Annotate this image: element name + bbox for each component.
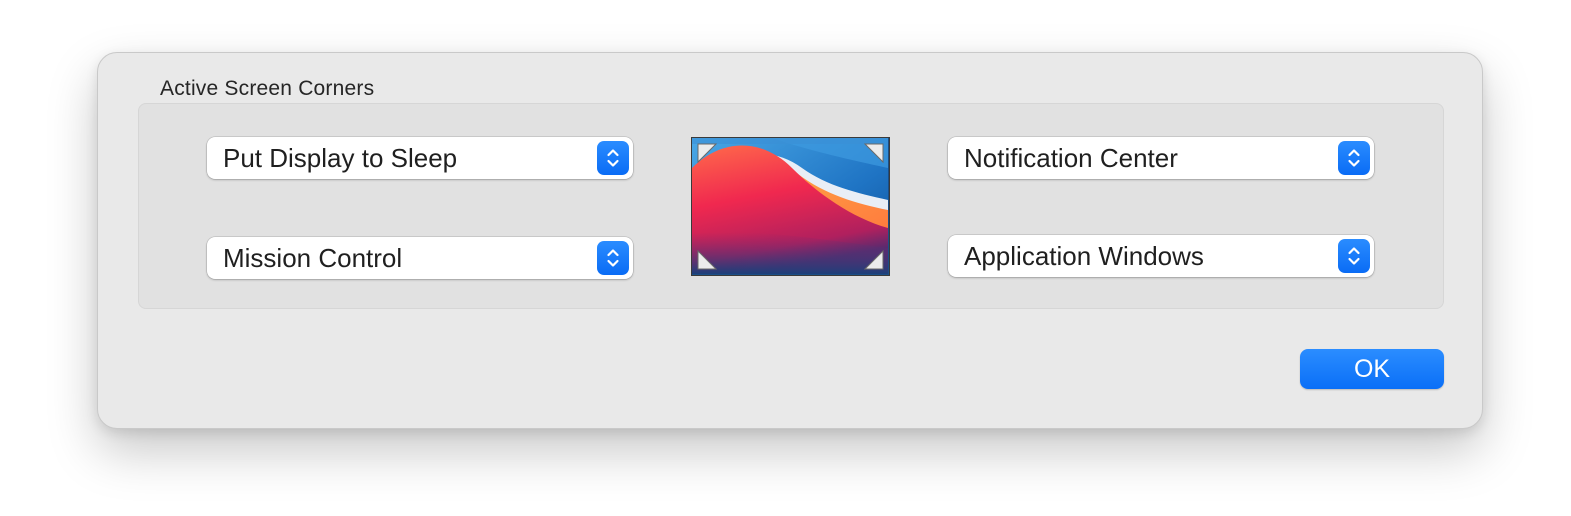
group-title: Active Screen Corners: [160, 77, 375, 100]
top-right-corner-value: Notification Center: [964, 143, 1178, 173]
bottom-left-corner-popup[interactable]: Mission Control: [207, 237, 633, 279]
active-screen-corners-sheet: Active Screen Corners Put Display to Sle…: [97, 52, 1483, 429]
chevron-up-down-icon[interactable]: [597, 241, 629, 275]
wallpaper-image: [692, 138, 888, 274]
corner-triangle-icon: [864, 143, 884, 163]
corner-triangle-icon: [697, 143, 717, 163]
top-left-corner-value: Put Display to Sleep: [223, 143, 458, 173]
chevron-up-down-icon[interactable]: [1338, 239, 1370, 273]
bottom-right-corner-value: Application Windows: [964, 241, 1204, 271]
bottom-left-corner-value: Mission Control: [223, 243, 403, 273]
ok-button[interactable]: OK: [1300, 349, 1444, 389]
bottom-right-corner-popup[interactable]: Application Windows: [948, 235, 1374, 277]
chevron-up-down-icon[interactable]: [597, 141, 629, 175]
chevron-up-down-icon[interactable]: [1338, 141, 1370, 175]
corner-triangle-icon: [864, 250, 884, 270]
top-right-corner-popup[interactable]: Notification Center: [948, 137, 1374, 179]
top-left-corner-popup[interactable]: Put Display to Sleep: [207, 137, 633, 179]
corner-triangle-icon: [697, 250, 717, 270]
screen-preview: [691, 137, 890, 276]
